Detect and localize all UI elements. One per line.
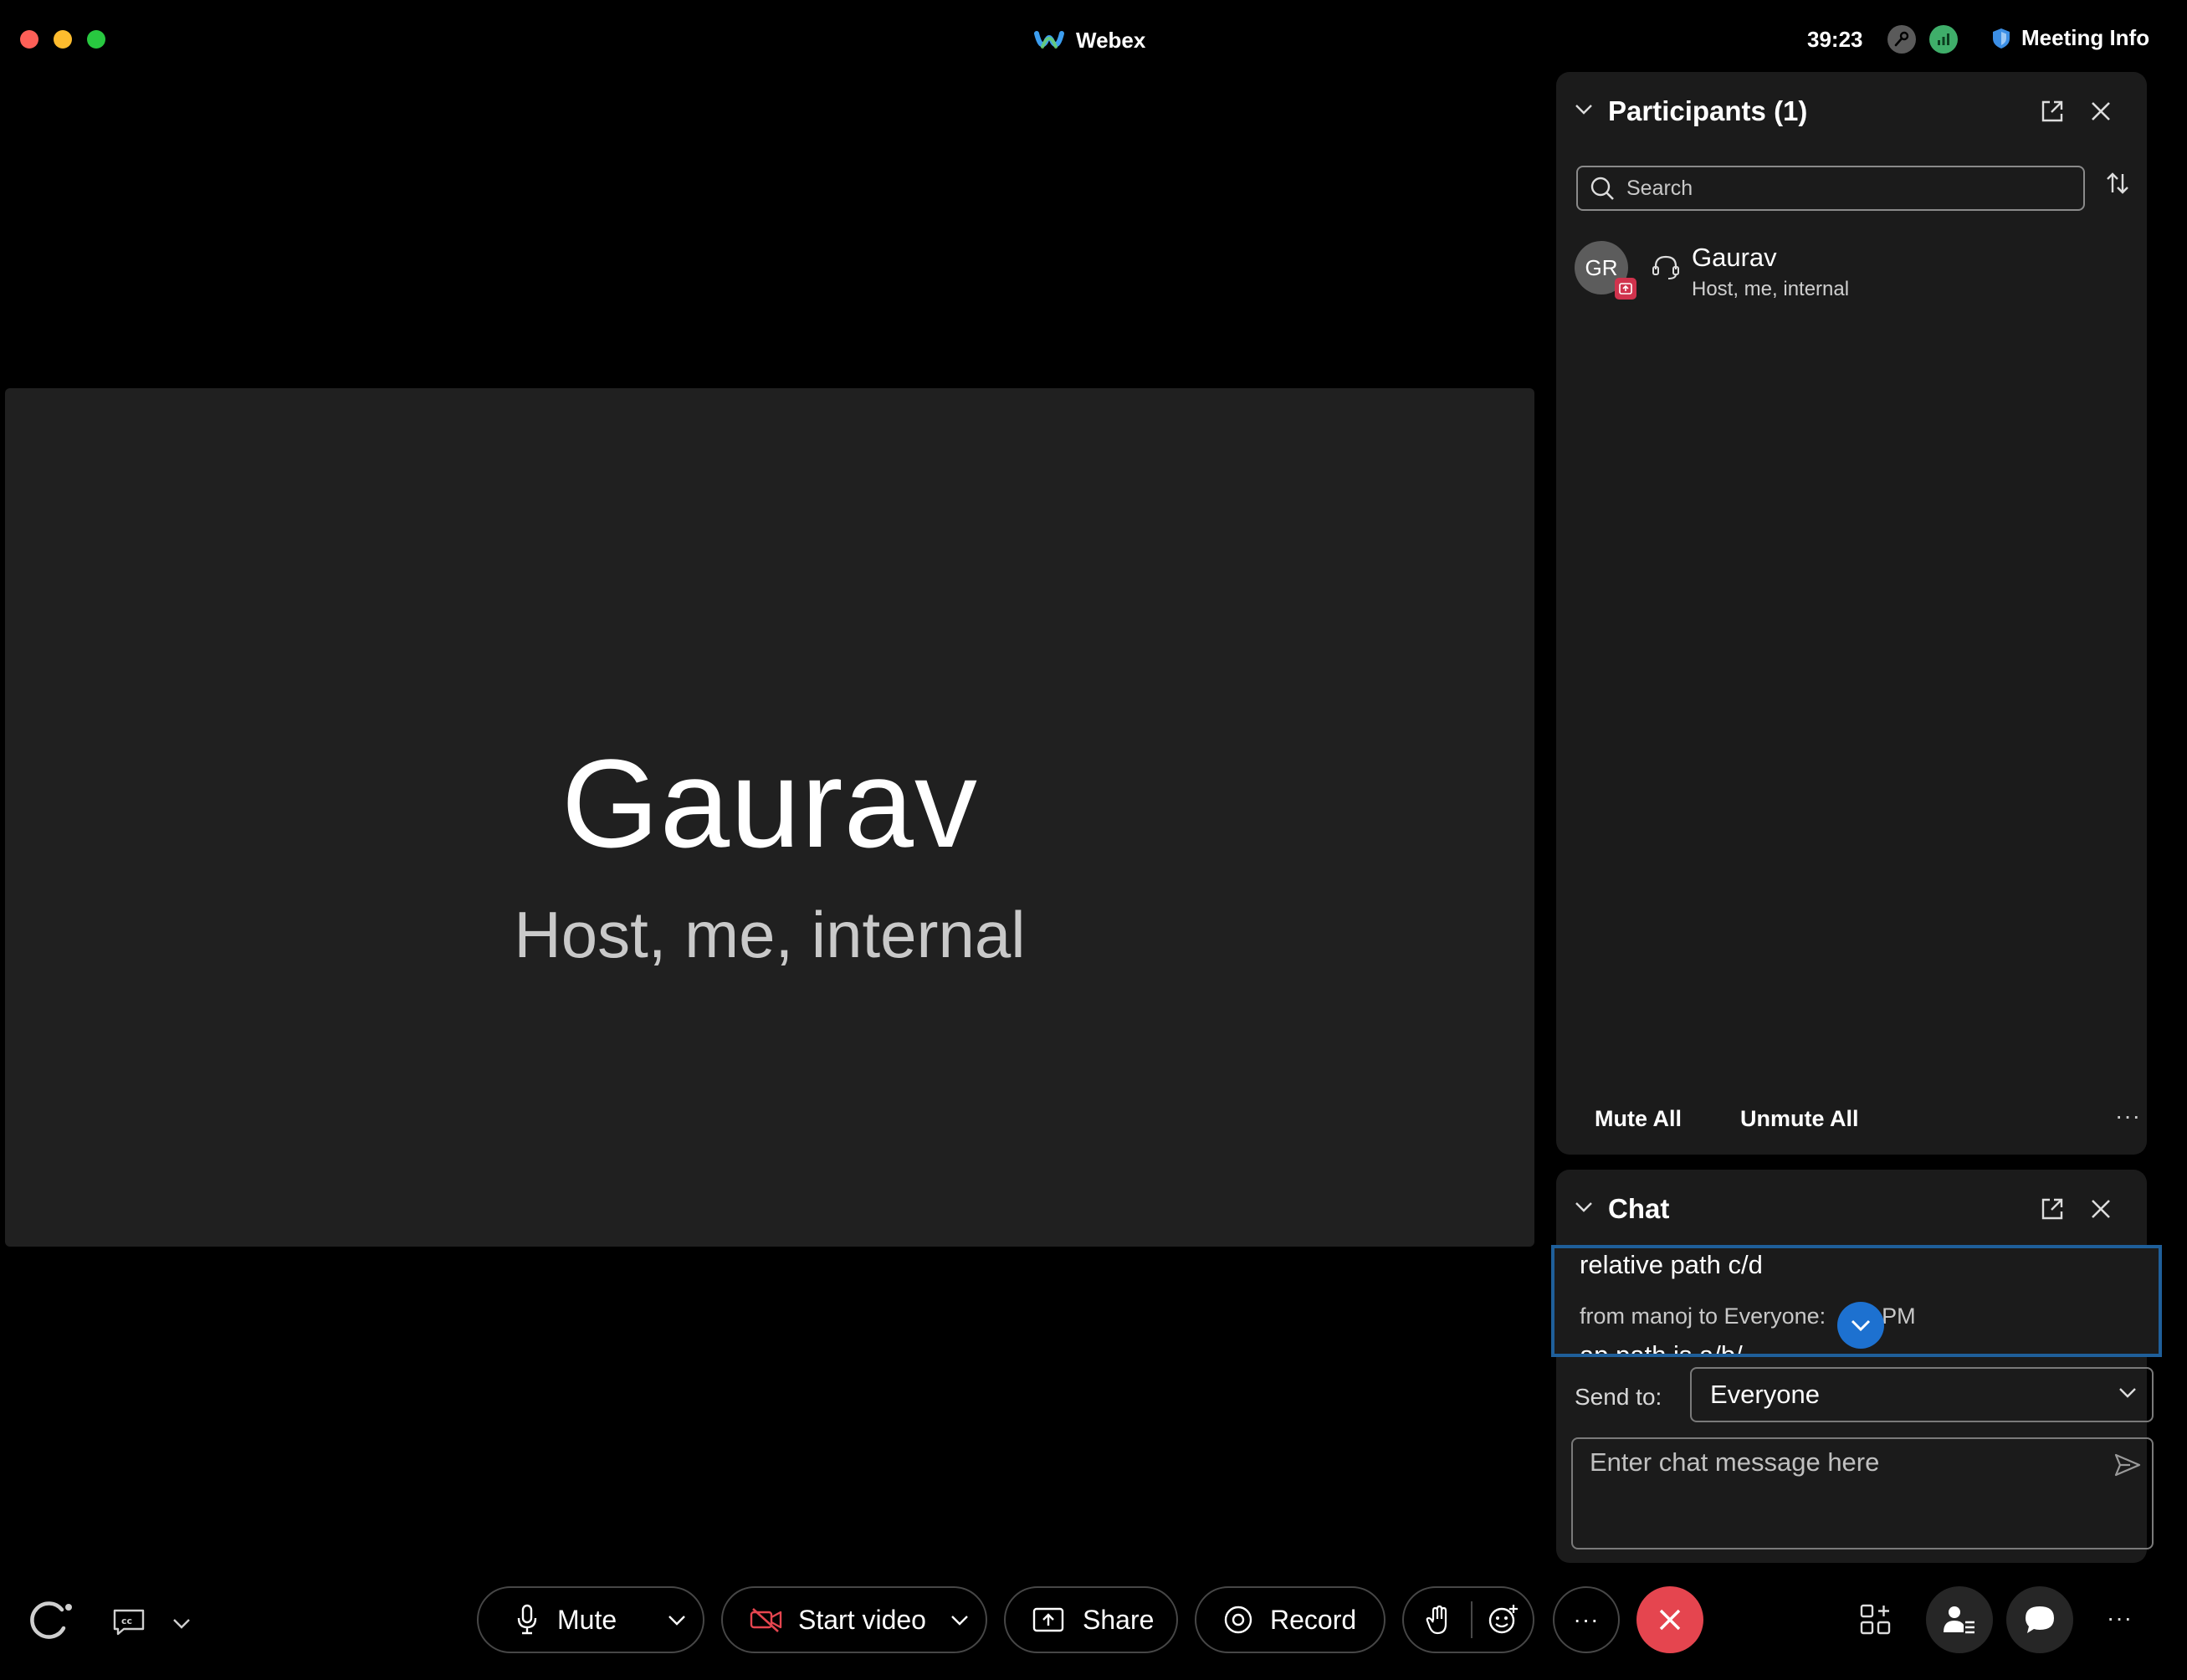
window-maximize-button[interactable]	[87, 30, 105, 49]
mute-all-button[interactable]: Mute All	[1595, 1106, 1682, 1132]
chevron-down-icon[interactable]	[172, 1618, 191, 1630]
chat-message-text: relative path c/d	[1580, 1250, 1763, 1279]
participant-search-box[interactable]	[1576, 166, 2085, 211]
chat-panel: Chat relative path c/d from manoj to Eve…	[1551, 1170, 2162, 1563]
chat-bubble-icon	[2024, 1605, 2056, 1635]
chat-input-box[interactable]	[1571, 1437, 2154, 1549]
chat-message-sender: from manoj to Everyone:	[1580, 1304, 1832, 1329]
more-options-label: ···	[1573, 1606, 1600, 1632]
popout-icon[interactable]	[2040, 99, 2065, 124]
chat-message-text: ap path is a/b/	[1580, 1340, 1743, 1357]
webex-assistant-icon[interactable]	[28, 1600, 75, 1643]
collapse-chevron-icon[interactable]	[1575, 104, 1593, 115]
chat-toggle-button[interactable]	[2006, 1586, 2073, 1653]
stage-participant-role: Host, me, internal	[514, 898, 1026, 971]
sharing-badge-icon	[1615, 278, 1636, 300]
search-icon	[1590, 176, 1615, 201]
chat-title: Chat	[1608, 1193, 1670, 1224]
participants-panel: Participants (1) GR	[1556, 72, 2147, 1155]
audio-connection-icon	[1652, 254, 1680, 281]
send-to-label: Send to:	[1575, 1384, 1662, 1410]
mute-button[interactable]: Mute	[477, 1586, 704, 1653]
svg-text:cc: cc	[121, 1616, 132, 1626]
audio-options-chevron-icon[interactable]	[668, 1615, 686, 1626]
participants-more-button[interactable]: ···	[2115, 1103, 2141, 1129]
window-minimize-button[interactable]	[54, 30, 72, 49]
stage-video-tile[interactable]: Gaurav Host, me, internal	[5, 388, 1534, 1247]
share-label: Share	[1083, 1604, 1155, 1635]
record-label: Record	[1270, 1604, 1357, 1635]
share-screen-icon	[1032, 1606, 1064, 1633]
window-close-button[interactable]	[20, 30, 38, 49]
reactions-emoji-icon[interactable]	[1488, 1604, 1519, 1636]
video-options-chevron-icon[interactable]	[950, 1615, 969, 1626]
apps-icon[interactable]	[1859, 1603, 1892, 1636]
chevron-down-icon	[2118, 1387, 2137, 1399]
reactions-group	[1402, 1586, 1534, 1653]
popout-icon[interactable]	[2040, 1196, 2065, 1222]
meeting-controls-bar: cc Mute Start video Share Record ··· ···	[0, 1573, 2187, 1673]
network-health-icon[interactable]	[1929, 25, 1958, 54]
leave-meeting-button[interactable]	[1636, 1586, 1703, 1653]
start-video-button[interactable]: Start video	[721, 1586, 987, 1653]
record-icon	[1223, 1605, 1253, 1635]
meeting-timer: 39:23	[1807, 27, 1863, 52]
participants-title: Participants (1)	[1608, 95, 1808, 126]
collapse-chevron-icon[interactable]	[1575, 1201, 1593, 1213]
start-video-label: Start video	[798, 1604, 926, 1635]
send-to-value: Everyone	[1710, 1380, 1820, 1409]
participant-role: Host, me, internal	[1692, 278, 1850, 300]
microphone-icon	[517, 1604, 537, 1636]
meeting-info-button[interactable]: Meeting Info	[1991, 25, 2149, 51]
key-icon[interactable]	[1887, 25, 1916, 54]
participant-search-input[interactable]	[1625, 175, 2063, 202]
toolbar-divider	[1471, 1601, 1473, 1638]
close-icon[interactable]	[2090, 100, 2112, 122]
participant-list-item[interactable]: GR Gaurav Host, me, internal	[1575, 241, 2127, 313]
app-title: Webex	[1034, 25, 1145, 55]
chat-message-input[interactable]	[1588, 1446, 2093, 1533]
participants-toggle-button[interactable]	[1926, 1586, 1993, 1653]
chat-header: Chat	[1556, 1170, 2147, 1250]
title-bar: Webex 39:23 Meeting Info	[0, 0, 2187, 80]
shield-icon	[1991, 27, 2011, 50]
webex-logo-icon	[1034, 28, 1064, 52]
stage-participant-name: Gaurav	[561, 733, 978, 873]
close-icon	[1657, 1607, 1683, 1632]
meeting-info-label: Meeting Info	[2021, 25, 2150, 50]
share-button[interactable]: Share	[1004, 1586, 1178, 1653]
send-to-dropdown[interactable]: Everyone	[1690, 1367, 2154, 1422]
raise-hand-icon[interactable]	[1426, 1604, 1452, 1636]
participants-list-icon	[1943, 1604, 1976, 1636]
send-icon[interactable]	[2113, 1452, 2142, 1478]
unmute-all-button[interactable]: Unmute All	[1740, 1106, 1859, 1132]
participants-header: Participants (1)	[1556, 72, 2147, 152]
more-options-button[interactable]: ···	[1553, 1586, 1620, 1653]
mute-label: Mute	[557, 1604, 617, 1635]
scroll-to-latest-button[interactable]	[1837, 1302, 1884, 1349]
video-off-icon	[750, 1606, 783, 1633]
app-title-text: Webex	[1076, 27, 1146, 53]
close-icon[interactable]	[2090, 1198, 2112, 1220]
sort-icon[interactable]	[2105, 171, 2130, 196]
participant-name: Gaurav	[1692, 243, 1777, 272]
chat-message-list[interactable]: relative path c/d from manoj to Everyone…	[1551, 1245, 2162, 1357]
closed-captions-icon[interactable]: cc	[112, 1608, 146, 1636]
record-button[interactable]: Record	[1195, 1586, 1385, 1653]
overflow-menu-button[interactable]: ···	[2107, 1605, 2133, 1631]
